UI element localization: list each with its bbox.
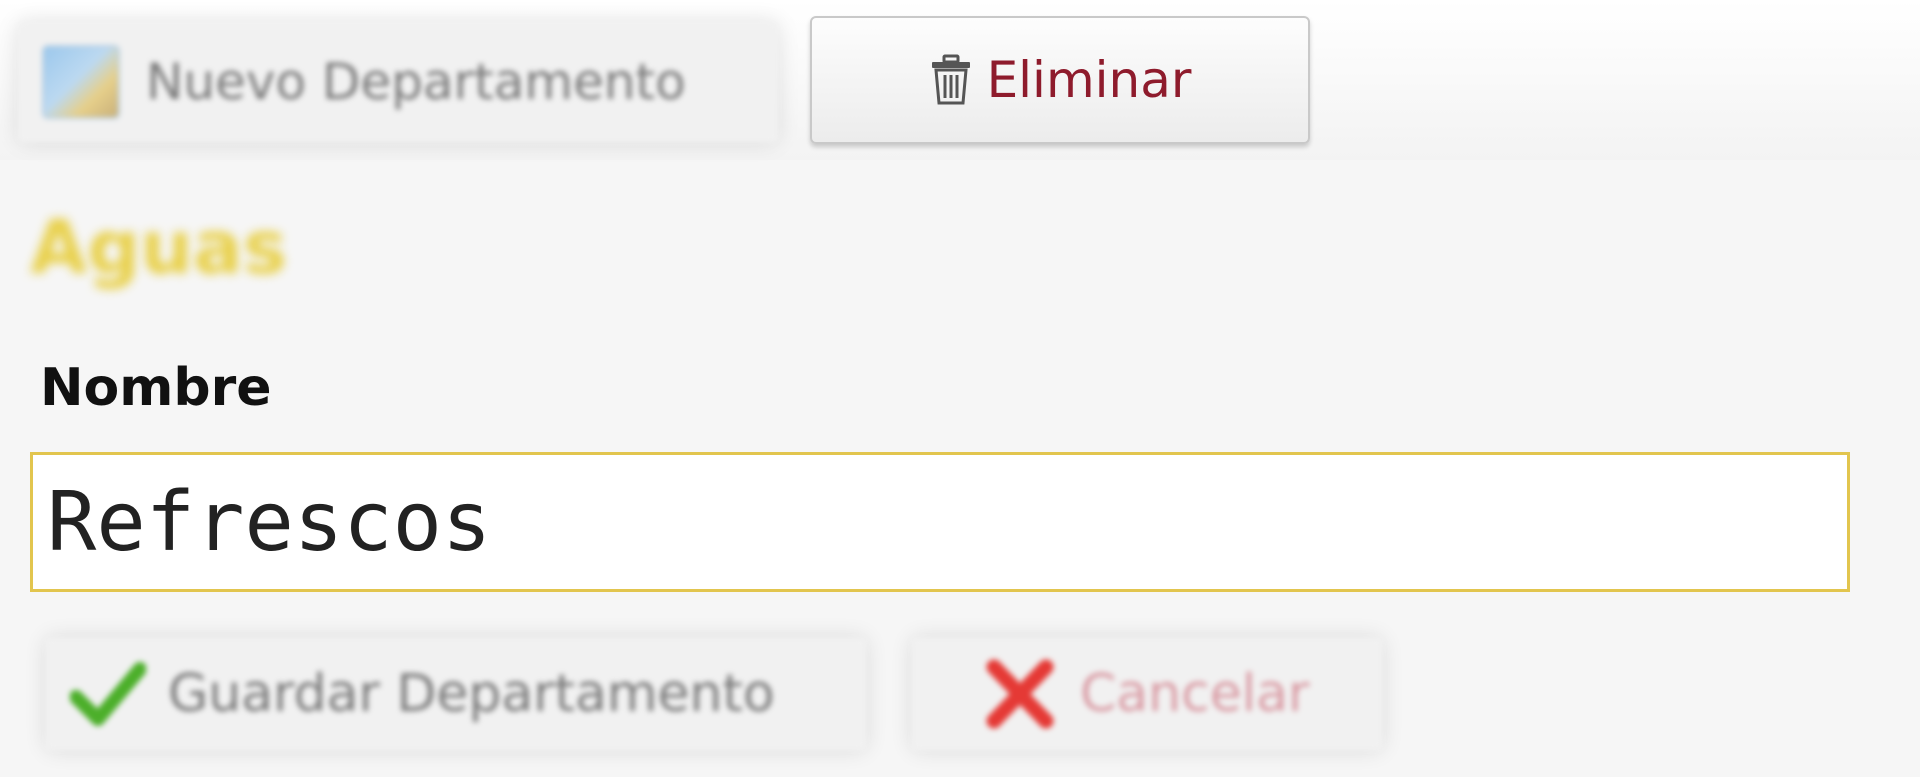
department-icon [42, 45, 120, 119]
x-icon [986, 659, 1054, 729]
new-department-label: Nuevo Departamento [146, 53, 686, 111]
cancel-label: Cancelar [1080, 664, 1310, 724]
toolbar: Nuevo Departamento Eliminar [0, 0, 1920, 160]
save-department-label: Guardar Departamento [168, 664, 775, 724]
section-heading: Aguas [30, 205, 287, 291]
delete-button[interactable]: Eliminar [810, 16, 1310, 144]
trash-icon [931, 54, 970, 105]
name-input[interactable] [30, 452, 1850, 592]
cancel-button[interactable]: Cancelar [912, 638, 1382, 750]
name-field-label: Nombre [40, 358, 272, 418]
delete-label: Eliminar [986, 51, 1192, 109]
new-department-button[interactable]: Nuevo Departamento [18, 22, 778, 142]
save-department-button[interactable]: Guardar Departamento [46, 638, 866, 750]
checkmark-icon [70, 662, 146, 726]
